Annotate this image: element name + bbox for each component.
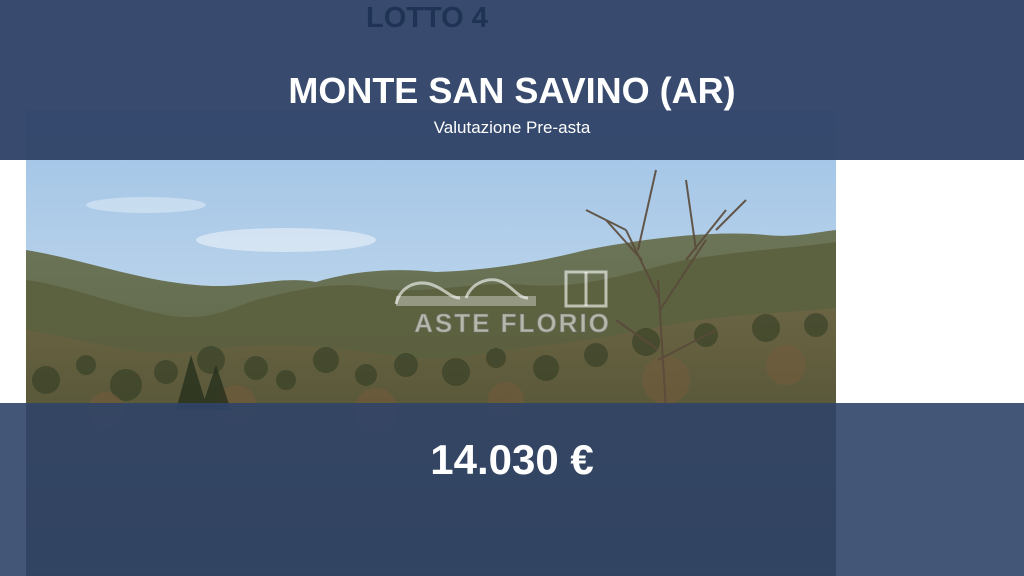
watermark-emblem-icon (394, 270, 608, 308)
lot-label: LOTTO 4 (366, 2, 488, 34)
watermark-logo: ASTE FLORIO (390, 268, 635, 348)
watermark-text: ASTE FLORIO (414, 308, 611, 339)
page-title: MONTE SAN SAVINO (AR) (288, 70, 736, 111)
subtitle: Valutazione Pre-asta (433, 118, 591, 137)
price-band (0, 403, 1024, 576)
price-value: 14.030 € (430, 436, 594, 483)
slide: ASTE FLORIO LOTTO 4 MONTE SAN SAVINO (AR… (0, 0, 1024, 576)
